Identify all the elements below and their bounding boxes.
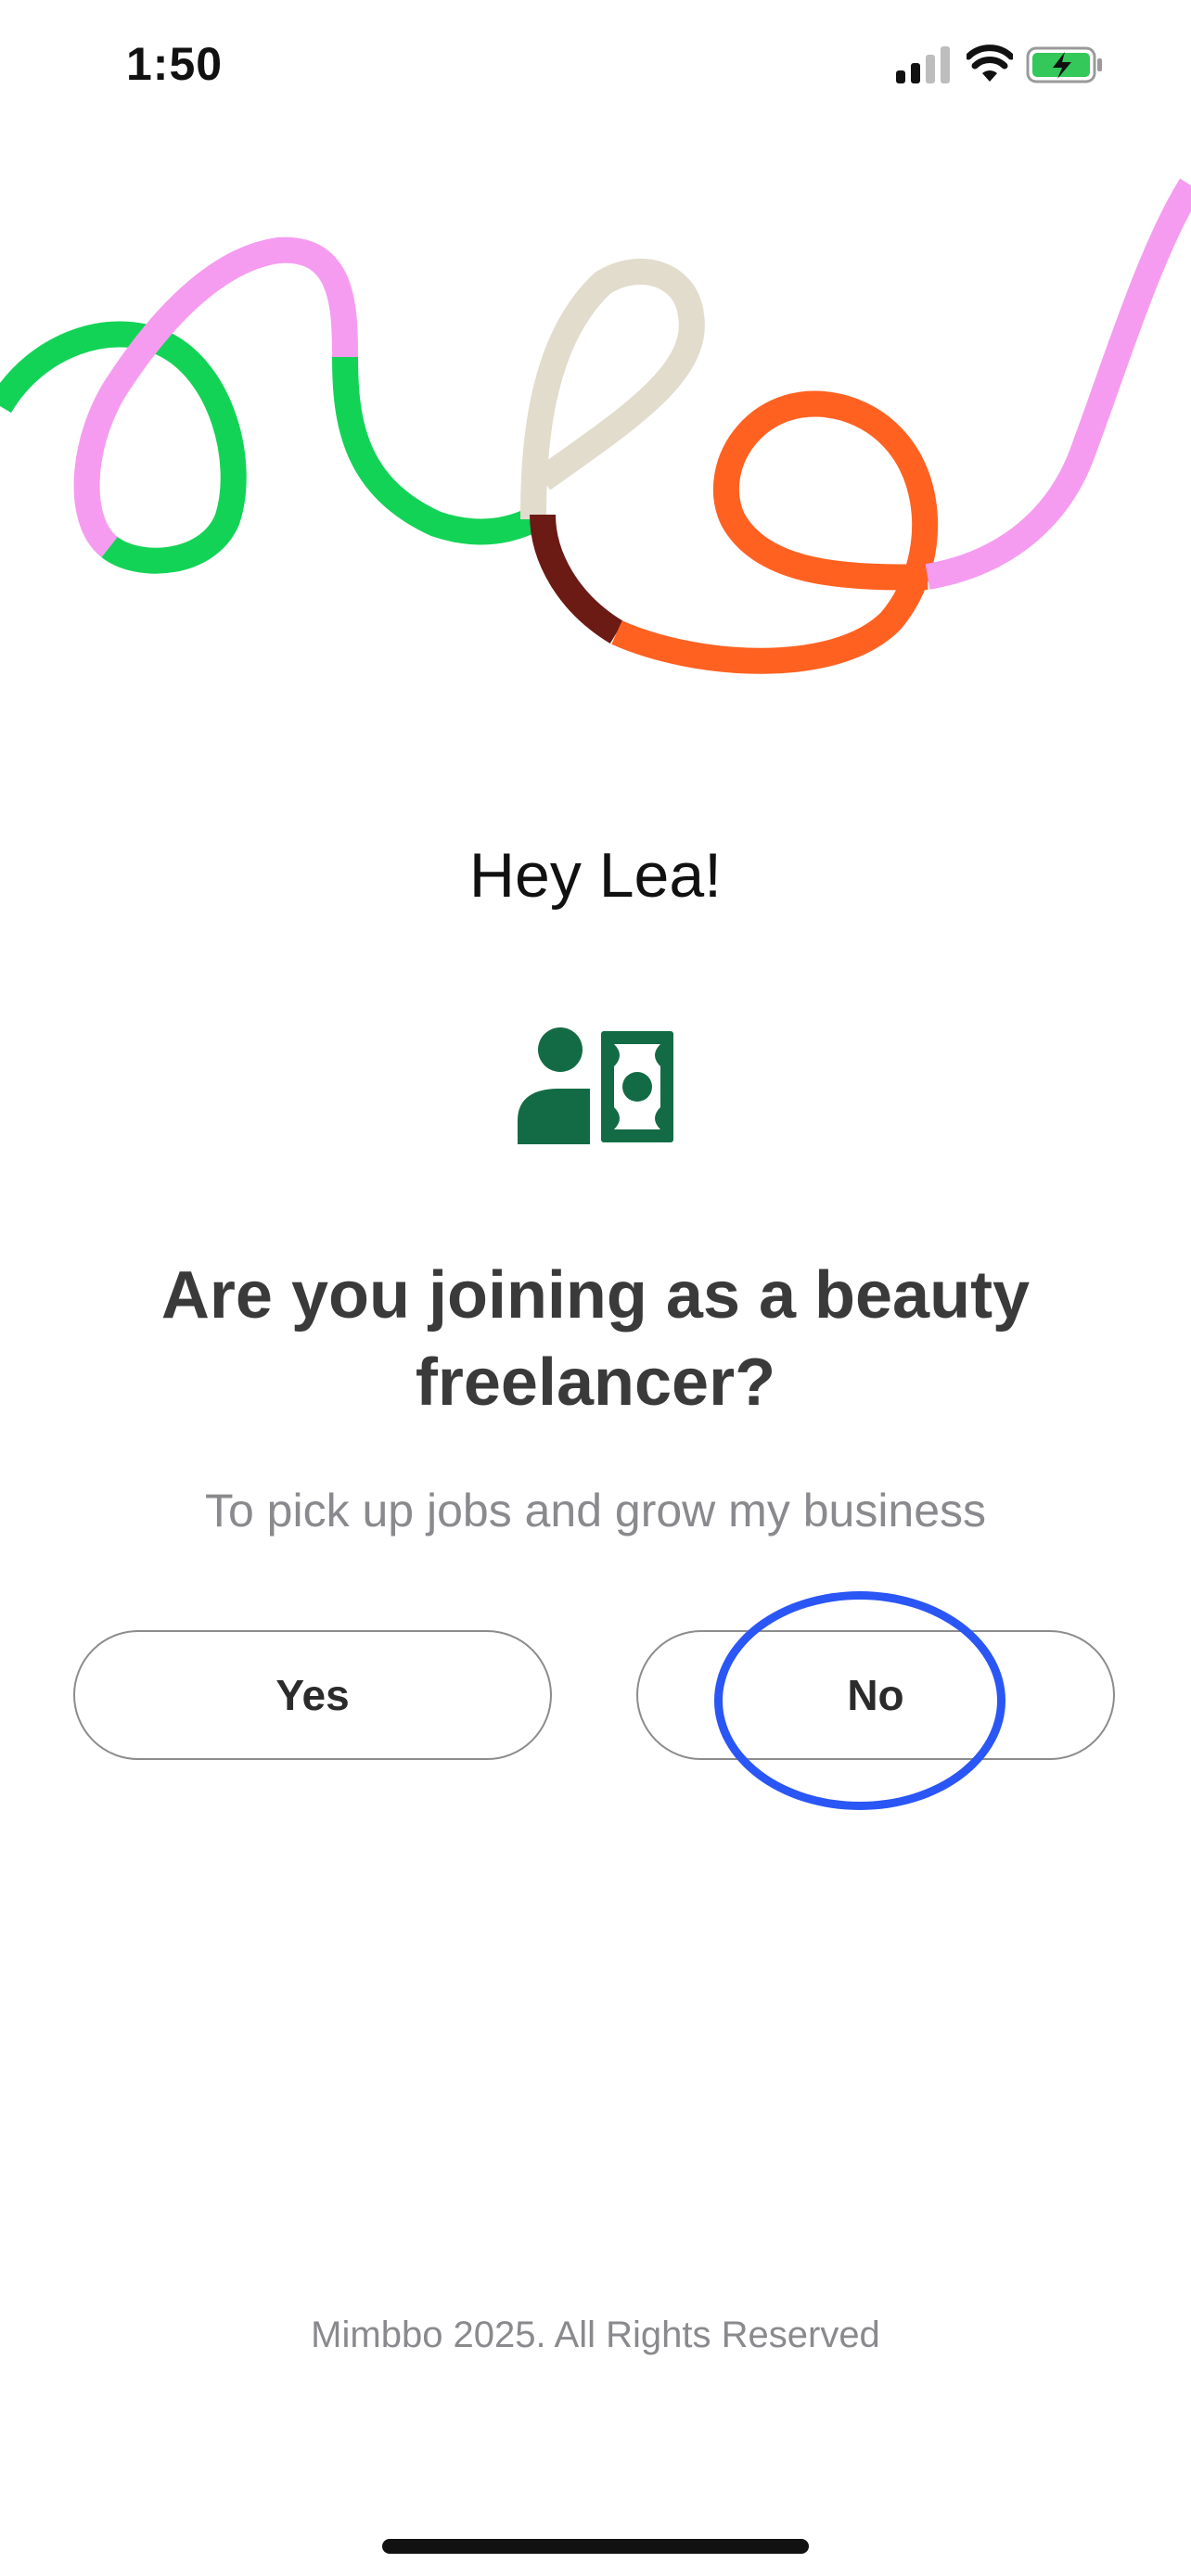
greeting-title: Hey Lea! [468, 840, 723, 911]
no-button[interactable]: No [636, 1630, 1115, 1760]
cellular-signal-icon [896, 46, 950, 83]
question-subtitle: To pick up jobs and grow my business [204, 1485, 987, 1537]
status-bar: 1:50 [0, 0, 1191, 139]
freelancer-payment-icon [518, 1027, 673, 1144]
question-heading: Are you joining as a beauty freelancer? [160, 1258, 1031, 1420]
decorative-ribbon-illustration [0, 178, 1191, 674]
home-indicator[interactable] [382, 2539, 809, 2554]
yes-button[interactable]: Yes [73, 1630, 552, 1760]
wifi-icon [967, 45, 1013, 82]
battery-charging-icon [1026, 46, 1102, 83]
status-time: 1:50 [126, 38, 224, 90]
footer-copyright: Mimbbo 2025. All Rights Reserved [311, 2315, 880, 2355]
status-icons [896, 45, 1119, 91]
